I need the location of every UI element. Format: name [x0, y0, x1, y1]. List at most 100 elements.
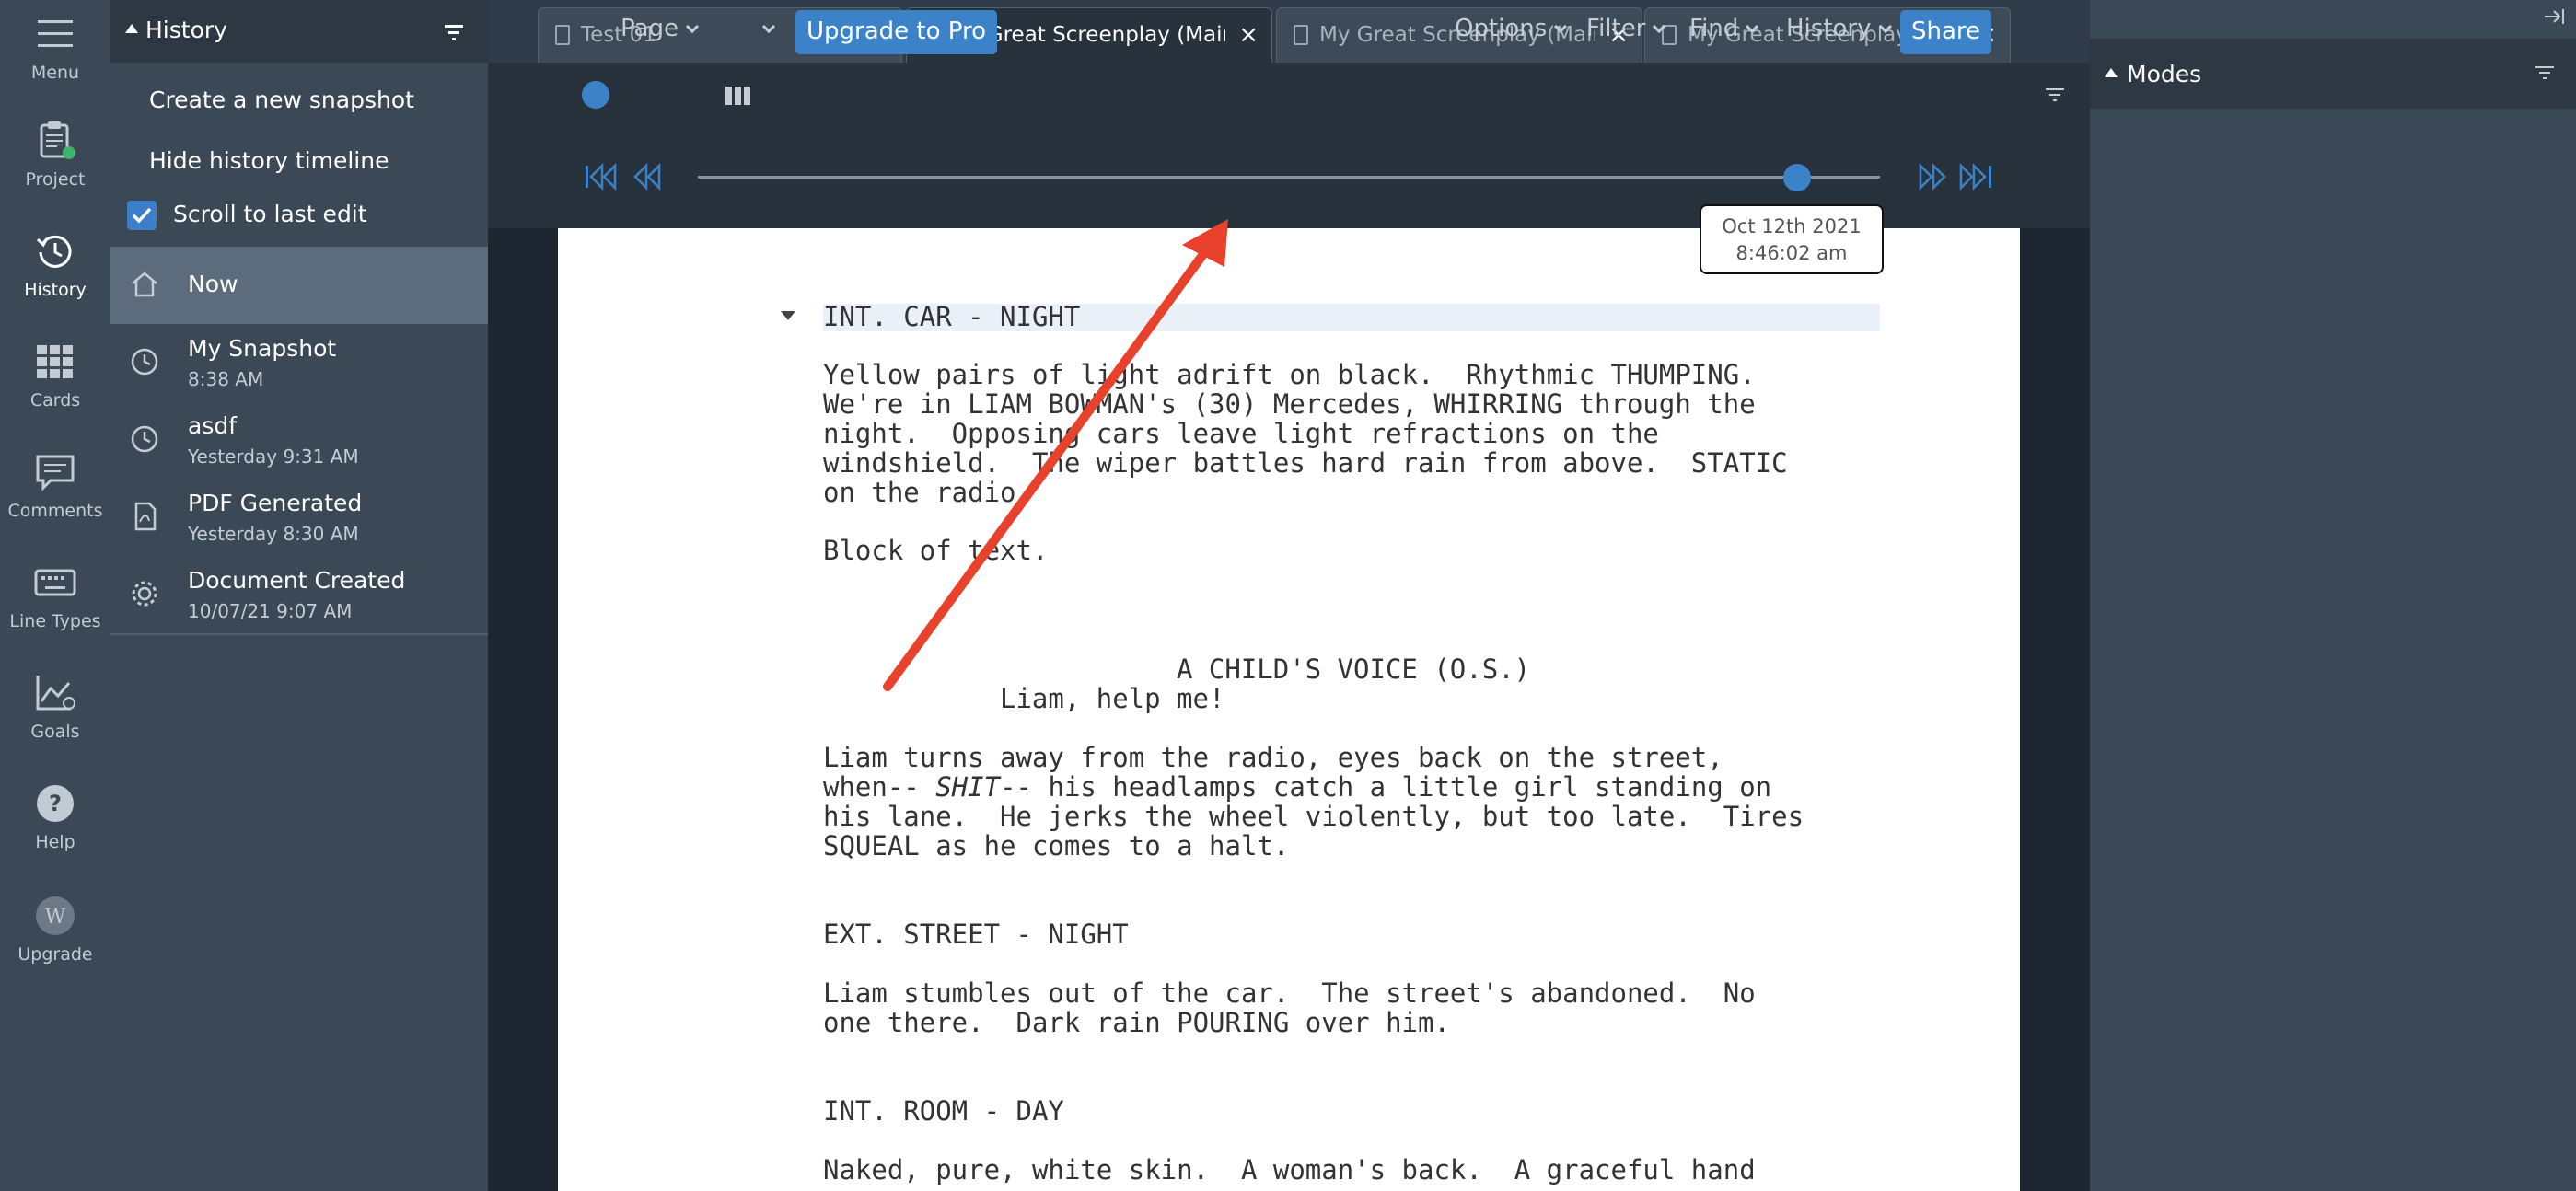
rail-upgrade[interactable]: W Upgrade: [0, 895, 110, 996]
scene-heading[interactable]: INT. CAR - NIGHT: [823, 302, 1080, 331]
collapse-right-arrow-icon[interactable]: [2543, 7, 2567, 26]
chevron-down-icon: [685, 19, 700, 34]
clock-icon: [131, 348, 158, 376]
rail-cards[interactable]: Cards: [0, 341, 110, 442]
step-forward-icon[interactable]: [1911, 162, 1952, 191]
history-item-title: asdf: [188, 412, 238, 439]
left-rail: Menu Project History Cards Comments Line…: [0, 0, 110, 1191]
find-label: Find: [1689, 15, 1739, 42]
action-line[interactable]: Block of text.: [823, 536, 1048, 565]
jump-to-end-icon[interactable]: [1955, 162, 1996, 191]
keyboard-icon: [34, 569, 76, 596]
step-back-icon[interactable]: [628, 162, 668, 191]
document-icon: [1294, 25, 1308, 45]
rail-line-types-label: Line Types: [9, 611, 101, 631]
rail-line-types[interactable]: Line Types: [0, 561, 110, 663]
filter-label: Filter: [1586, 15, 1646, 42]
modes-panel-header: Modes: [2090, 39, 2576, 109]
page-dropdown[interactable]: Page: [621, 15, 700, 42]
upgrade-to-pro-button[interactable]: Upgrade to Pro: [795, 10, 998, 54]
right-panel: [2090, 0, 2576, 1191]
timeline-tooltip: Oct 12th 2021 8:46:02 am: [1700, 204, 1884, 274]
dialogue-line[interactable]: Liam, help me!: [1000, 684, 1224, 713]
tooltip-time: 8:46:02 am: [1735, 242, 1848, 264]
chevron-down-icon: [1746, 19, 1759, 34]
action-line[interactable]: Naked, pure, white skin. A woman's back.…: [823, 1155, 1756, 1185]
find-dropdown[interactable]: Find: [1689, 15, 1759, 42]
history-item-my-snapshot[interactable]: My Snapshot 8:38 AM: [110, 324, 488, 401]
history-item-title: Document Created: [188, 567, 406, 594]
rail-history[interactable]: History: [0, 230, 110, 331]
page-view-icon: [582, 81, 609, 109]
history-item-time: 8:38 AM: [188, 368, 264, 390]
action-line[interactable]: one there. Dark rain POURING over him.: [823, 1008, 1450, 1037]
rail-menu[interactable]: Menu: [0, 13, 110, 114]
rail-help-label: Help: [35, 832, 75, 852]
action-line[interactable]: Yellow pairs of light adrift on black. R…: [823, 360, 1756, 389]
rail-help[interactable]: ? Help: [0, 782, 110, 884]
character-name[interactable]: A CHILD'S VOICE (O.S.): [1177, 654, 1530, 684]
scene-heading[interactable]: EXT. STREET - NIGHT: [823, 919, 1129, 949]
grid-icon: [37, 345, 73, 378]
svg-text:W: W: [45, 906, 66, 929]
columns-dropdown-caret[interactable]: [755, 15, 776, 42]
filter-dropdown[interactable]: Filter: [1586, 15, 1666, 42]
options-dropdown[interactable]: Options: [1455, 15, 1568, 42]
italic-emphasis: SHIT: [935, 771, 1001, 803]
history-list-divider: [110, 633, 488, 635]
chevron-down-icon: [1878, 19, 1892, 34]
history-item-now[interactable]: Now: [110, 247, 488, 324]
chevron-down-icon: [761, 19, 776, 34]
toolbar-filter-icon[interactable]: [2046, 88, 2064, 101]
rail-comments-label: Comments: [7, 501, 103, 521]
history-panel-title: History: [145, 17, 227, 43]
checkmark-icon: [132, 207, 152, 224]
create-snapshot-link[interactable]: Create a new snapshot: [149, 87, 414, 113]
action-line[interactable]: Liam turns away from the radio, eyes bac…: [823, 743, 1723, 772]
history-icon: [36, 235, 72, 268]
share-button[interactable]: Share: [1900, 10, 1992, 54]
action-line[interactable]: Liam stumbles out of the car. The street…: [823, 978, 1756, 1008]
svg-text:?: ?: [49, 791, 62, 816]
history-dropdown[interactable]: History: [1786, 15, 1892, 42]
hide-timeline-link[interactable]: Hide history timeline: [149, 147, 389, 174]
action-line[interactable]: We're in LIAM BOWMAN's (30) Mercedes, WH…: [823, 389, 1756, 419]
document-icon: [555, 25, 570, 45]
collapse-triangle-icon[interactable]: [2105, 68, 2118, 77]
history-item-document-created[interactable]: Document Created 10/07/21 9:07 AM: [110, 556, 488, 633]
rail-project[interactable]: Project: [0, 120, 110, 221]
action-line[interactable]: windshield. The wiper battles hard rain …: [823, 448, 1788, 478]
comment-icon: [36, 455, 75, 491]
rail-cards-label: Cards: [29, 390, 81, 410]
action-line[interactable]: his lane. He jerks the wheel violently, …: [823, 802, 1804, 831]
scene-heading[interactable]: INT. ROOM - DAY: [823, 1096, 1064, 1126]
rail-history-label: History: [24, 280, 87, 300]
history-item-time: Yesterday 8:30 AM: [188, 523, 359, 545]
filter-icon[interactable]: [2535, 66, 2554, 79]
action-line[interactable]: night. Opposing cars leave light refract…: [823, 419, 1659, 448]
action-line[interactable]: SQUEAL as he comes to a halt.: [823, 831, 1289, 861]
history-item-asdf[interactable]: asdf Yesterday 9:31 AM: [110, 401, 488, 479]
timeline-slider-handle[interactable]: [1783, 164, 1812, 191]
history-item-time: Yesterday 9:31 AM: [188, 445, 359, 468]
rail-project-label: Project: [25, 169, 86, 190]
timeline-track[interactable]: [698, 176, 1880, 179]
help-icon: ?: [37, 785, 74, 822]
jump-to-start-icon[interactable]: [584, 162, 624, 191]
action-line[interactable]: on the radio.: [823, 478, 1032, 507]
close-icon[interactable]: ×: [1238, 21, 1259, 49]
history-item-pdf-generated[interactable]: PDF Generated Yesterday 8:30 AM: [110, 479, 488, 556]
rail-goals-label: Goals: [30, 722, 80, 742]
chevron-down-icon: [1554, 19, 1568, 34]
clock-icon: [131, 425, 158, 453]
columns-icon[interactable]: [725, 87, 751, 105]
scroll-to-last-edit-checkbox[interactable]: [127, 201, 157, 230]
collapse-triangle-icon[interactable]: [125, 24, 138, 33]
scene-fold-triangle-icon[interactable]: [781, 311, 795, 320]
action-line[interactable]: when-- SHIT-- his headlamps catch a litt…: [823, 772, 1771, 802]
rail-comments[interactable]: Comments: [0, 451, 110, 552]
filter-icon[interactable]: [438, 22, 470, 42]
rail-goals[interactable]: Goals: [0, 672, 110, 773]
history-item-title: My Snapshot: [188, 335, 337, 362]
history-item-title: PDF Generated: [188, 490, 363, 516]
